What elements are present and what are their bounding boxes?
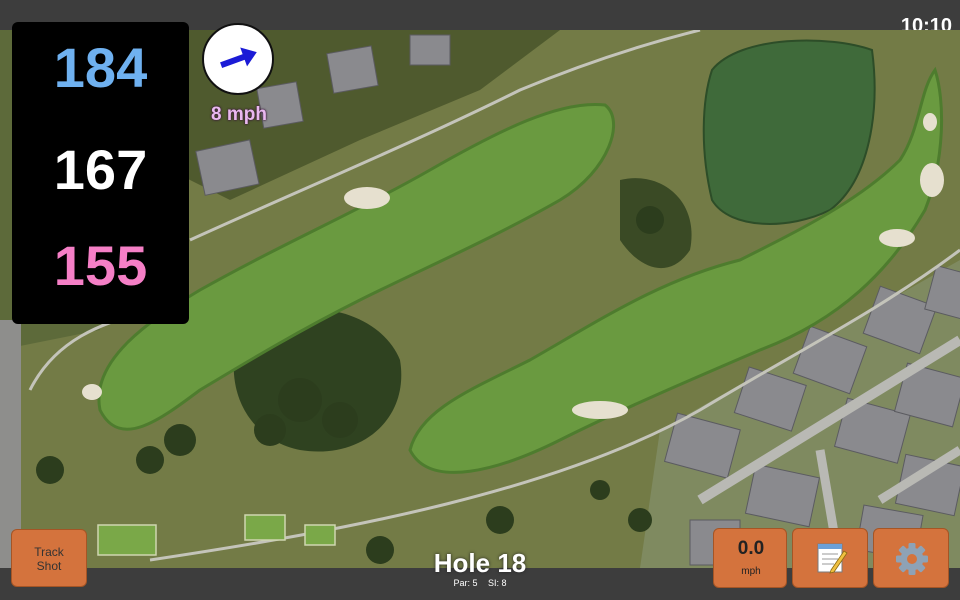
shot-speed-value: 0.0 <box>737 538 765 559</box>
hole-title: Hole 18 <box>433 548 527 578</box>
notepad-icon <box>817 543 848 574</box>
hole-stroke-index: SI: 8 <box>488 578 507 588</box>
wind-arrow-icon <box>220 47 257 68</box>
track-shot-label-line1: Track <box>34 545 64 559</box>
notes-button[interactable] <box>792 528 868 588</box>
hole-par: Par: 5 <box>453 578 478 588</box>
back-distance: 184 <box>53 36 148 99</box>
wind-speed-label: 8 mph <box>211 104 267 125</box>
settings-button[interactable] <box>873 528 949 588</box>
shot-speed-unit: mph <box>741 566 761 577</box>
gear-icon <box>896 543 928 575</box>
hole-meta: Par: 5 SI: 8 <box>380 578 580 588</box>
middle-distance: 167 <box>53 138 148 201</box>
track-shot-button[interactable]: Track Shot <box>11 529 87 587</box>
front-distance: 155 <box>53 234 148 297</box>
shot-speed-button[interactable]: 0.0 mph <box>713 528 787 588</box>
distance-panel: 184 167 155 <box>12 22 189 324</box>
track-shot-label-line2: Shot <box>36 559 62 573</box>
wind-direction-indicator <box>202 23 274 95</box>
